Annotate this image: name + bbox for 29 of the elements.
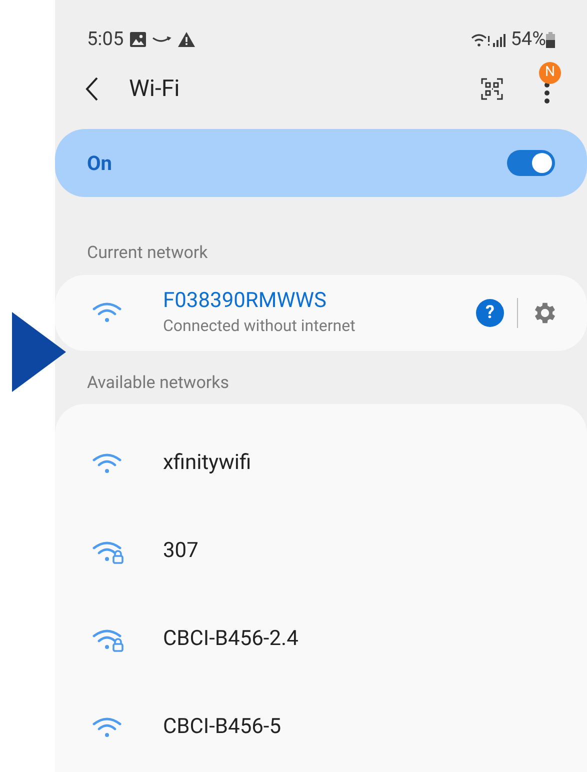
battery-icon — [546, 32, 555, 48]
help-icon[interactable]: ? — [476, 298, 504, 327]
network-row[interactable]: CBCI-B456-2.4 — [55, 596, 587, 684]
network-status: Connected without internet — [163, 314, 356, 337]
qr-scan-icon[interactable] — [481, 78, 503, 100]
smile-arrow-icon — [152, 36, 172, 44]
toggle-switch[interactable] — [507, 150, 555, 176]
warning-icon — [178, 32, 195, 48]
wifi-switch-bar[interactable]: On — [55, 128, 587, 198]
network-name: F038390RMWWS — [163, 288, 328, 314]
signal-icon — [492, 32, 507, 47]
notification-badge: N — [539, 62, 561, 84]
network-row[interactable]: CBCI-B456-5 — [55, 684, 587, 772]
network-name: CBCI-B456-5 — [163, 714, 282, 742]
current-network-card[interactable]: F038390RMWWS Connected without internet ? — [55, 274, 587, 350]
battery-percentage: 54% — [510, 26, 546, 52]
status-time: 5:05 — [87, 26, 124, 52]
page-title: Wi-Fi — [129, 74, 180, 104]
section-header: Available networks — [87, 372, 230, 394]
network-name: CBCI-B456-2.4 — [163, 626, 298, 654]
image-icon — [130, 32, 146, 48]
switch-label: On — [87, 150, 112, 177]
network-name: 307 — [163, 538, 198, 566]
network-name: xfinitywifi — [163, 450, 252, 478]
network-row[interactable]: 307 — [55, 508, 587, 596]
section-header: Current network — [87, 242, 209, 266]
more-options-icon[interactable] — [544, 82, 550, 104]
wifi-alert-icon — [470, 32, 491, 47]
network-row[interactable]: xfinitywifi — [55, 420, 587, 508]
